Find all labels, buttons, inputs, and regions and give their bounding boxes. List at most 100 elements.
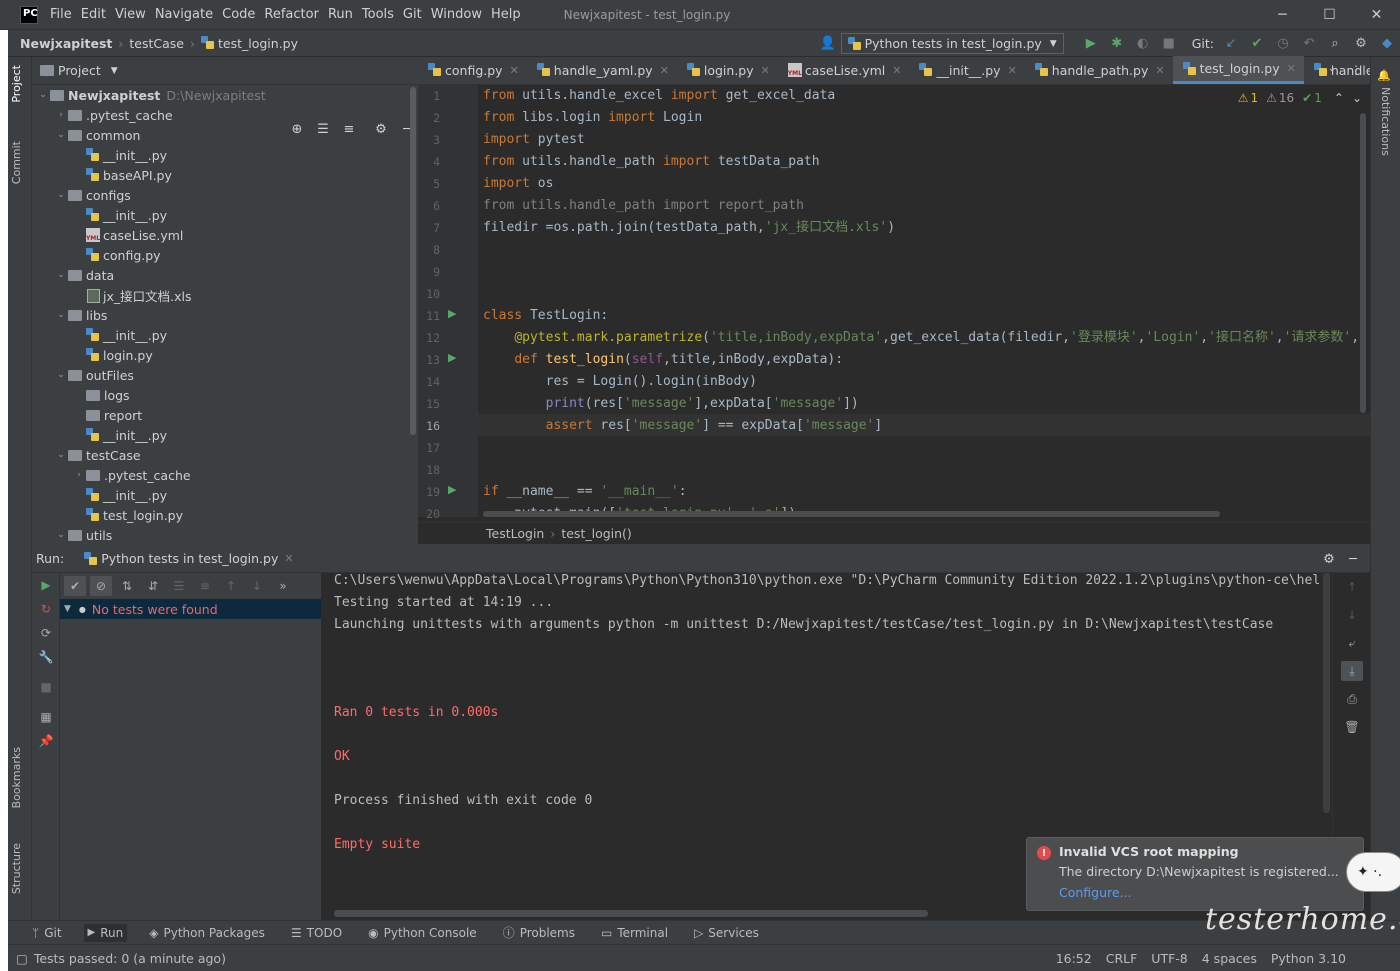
close-tab-icon[interactable]: ✕ <box>510 64 519 77</box>
code-content[interactable]: from utils.handle_excel import get_excel… <box>483 85 1363 517</box>
chevron-down-icon[interactable]: ⌄ <box>54 190 68 200</box>
editor-horizontal-scrollbar[interactable] <box>483 511 1220 517</box>
print-icon[interactable]: ⎙ <box>1341 689 1363 709</box>
chevron-down-icon[interactable]: ⌄ <box>54 310 68 320</box>
tree-item[interactable]: jx_接口文档.xls <box>32 285 418 305</box>
wrench-icon[interactable]: 🔧 <box>35 647 57 667</box>
soft-wrap-icon[interactable]: ⤶ <box>1341 633 1363 653</box>
problems-tool-button[interactable]: ⓘ Problems <box>499 922 579 943</box>
user-icon[interactable]: 👤 <box>818 34 838 54</box>
caret-position[interactable]: 16:52 <box>1056 951 1092 966</box>
editor-tab[interactable]: handle_yaml.py ✕ <box>527 56 677 84</box>
breadcrumb-file[interactable]: test_login.py <box>218 36 298 51</box>
menu-tools[interactable]: Tools <box>362 7 394 22</box>
terminal-tool-button[interactable]: ▭ Terminal <box>597 924 672 942</box>
run-gutter-icon[interactable]: ▶ <box>448 351 456 364</box>
commit-tool-tab[interactable]: Commit <box>10 141 23 184</box>
layout-toggle-icon[interactable]: ▢ <box>16 951 28 966</box>
console-vertical-scrollbar[interactable] <box>1323 573 1330 813</box>
run-tab-label[interactable]: Python tests in test_login.py <box>101 551 278 566</box>
sort-alpha-icon[interactable]: ⇅ <box>116 576 138 596</box>
expand-all-icon[interactable]: ☰ <box>168 576 190 596</box>
gear-icon[interactable]: ⚙ <box>1351 34 1371 54</box>
menu-view[interactable]: View <box>115 7 146 22</box>
tree-item[interactable]: ⌄ libs <box>32 305 418 325</box>
project-panel-title[interactable]: Project <box>58 63 101 78</box>
chevron-down-icon[interactable]: ⌄ <box>54 530 68 540</box>
run-gutter-icon[interactable]: ▶ <box>448 307 456 320</box>
status-message[interactable]: Tests passed: 0 (a minute ago) <box>34 951 226 966</box>
show-ignored-icon[interactable]: ⊘ <box>90 576 112 596</box>
structure-tool-tab[interactable]: Structure <box>10 843 23 894</box>
run-configuration-select[interactable]: Python tests in test_login.py ▼ <box>840 33 1064 54</box>
more-icon[interactable]: ⋮ <box>1350 63 1362 77</box>
run-icon[interactable]: ▶ <box>1081 34 1101 54</box>
next-highlight-icon[interactable]: ⌄ <box>1352 91 1362 105</box>
menu-help[interactable]: Help <box>491 7 521 22</box>
menu-navigate[interactable]: Navigate <box>155 7 213 22</box>
arrow-up-icon[interactable]: ↑ <box>1341 577 1363 597</box>
arrow-down-icon[interactable]: ↓ <box>246 576 268 596</box>
collapse-all-icon[interactable]: ≡ <box>194 576 216 596</box>
show-passed-icon[interactable]: ✔ <box>64 576 86 596</box>
inspection-widget[interactable]: ⚠ 1 ⚠ 16 ✔ 1 ⌃ ⌄ <box>1238 91 1362 105</box>
close-tab-icon[interactable]: ✕ <box>1287 62 1296 75</box>
todo-tool-button[interactable]: ☰ TODO <box>287 924 346 942</box>
close-tab-icon[interactable]: ✕ <box>1155 64 1164 77</box>
indent-setting[interactable]: 4 spaces <box>1202 951 1257 966</box>
close-tab-icon[interactable]: ✕ <box>1008 64 1017 77</box>
tree-item[interactable]: __init__.py <box>32 485 418 505</box>
tree-item[interactable]: __init__.py <box>32 325 418 345</box>
configure-link[interactable]: Configure... <box>1059 885 1353 900</box>
bookmarks-tool-tab[interactable]: Bookmarks <box>10 747 23 808</box>
minimize-button[interactable]: ─ <box>1259 0 1306 30</box>
git-tool-button[interactable]: ᛘ Git <box>28 924 66 942</box>
gear-icon[interactable]: ⚙ <box>1319 549 1339 569</box>
scroll-to-end-icon[interactable]: ⤓ <box>1341 661 1363 681</box>
tree-scrollbar[interactable] <box>410 87 416 435</box>
tree-item[interactable]: baseAPI.py <box>32 165 418 185</box>
hide-panel-icon[interactable]: ─ <box>1343 549 1363 569</box>
python-interpreter[interactable]: Python 3.10 <box>1271 951 1346 966</box>
menu-file[interactable]: File <box>50 7 72 22</box>
tree-item[interactable]: login.py <box>32 345 418 365</box>
python-packages-tool-button[interactable]: ◈ Python Packages <box>145 924 269 942</box>
close-window-button[interactable]: ✕ <box>1353 0 1400 30</box>
tree-item[interactable]: ⌄ configs <box>32 185 418 205</box>
breadcrumb-folder[interactable]: testCase <box>129 36 184 51</box>
sort-duration-icon[interactable]: ⇵ <box>142 576 164 596</box>
close-tab-icon[interactable]: ✕ <box>284 552 293 565</box>
python-console-tool-button[interactable]: ◉ Python Console <box>364 924 481 942</box>
chevron-right-icon[interactable]: › <box>72 470 86 480</box>
project-tool-tab[interactable]: Project <box>10 65 23 103</box>
editor-vertical-scrollbar[interactable] <box>1360 113 1366 413</box>
editor-tab[interactable]: YML caseLise.yml ✕ <box>778 56 910 84</box>
git-history-icon[interactable]: ◷ <box>1273 34 1293 54</box>
more-icon[interactable]: » <box>272 576 294 596</box>
menu-edit[interactable]: Edit <box>81 7 106 22</box>
close-tab-icon[interactable]: ✕ <box>660 64 669 77</box>
tree-item[interactable]: test_login.py <box>32 505 418 525</box>
layout-icon[interactable]: ▦ <box>35 707 57 727</box>
chevron-down-icon[interactable]: ⌄ <box>54 370 68 380</box>
tree-item[interactable]: ⌄ outFiles <box>32 365 418 385</box>
close-tab-icon[interactable]: ✕ <box>761 64 770 77</box>
chevron-down-icon[interactable]: ⌄ <box>54 270 68 280</box>
toggle-auto-test-icon[interactable]: ⟳ <box>35 623 57 643</box>
notifications-tool-tab[interactable]: Notifications <box>1379 87 1392 156</box>
git-commit-icon[interactable]: ✔ <box>1247 34 1267 54</box>
console-horizontal-scrollbar[interactable] <box>334 910 928 917</box>
breadcrumb-class[interactable]: TestLogin <box>486 526 544 541</box>
tree-item[interactable]: report <box>32 405 418 425</box>
git-rollback-icon[interactable]: ↶ <box>1299 34 1319 54</box>
menu-git[interactable]: Git <box>403 7 422 22</box>
tree-item[interactable]: __init__.py <box>32 145 418 165</box>
maximize-button[interactable]: ☐ <box>1306 0 1353 30</box>
search-icon[interactable]: ⌕ <box>1325 34 1345 54</box>
run-tool-button[interactable]: ▶ Run <box>83 923 128 942</box>
menu-run[interactable]: Run <box>328 7 353 22</box>
tree-item[interactable]: config.py <box>32 245 418 265</box>
tree-item[interactable]: › .pytest_cache <box>32 465 418 485</box>
stop-icon[interactable]: ■ <box>35 677 57 697</box>
file-encoding[interactable]: UTF-8 <box>1151 951 1187 966</box>
